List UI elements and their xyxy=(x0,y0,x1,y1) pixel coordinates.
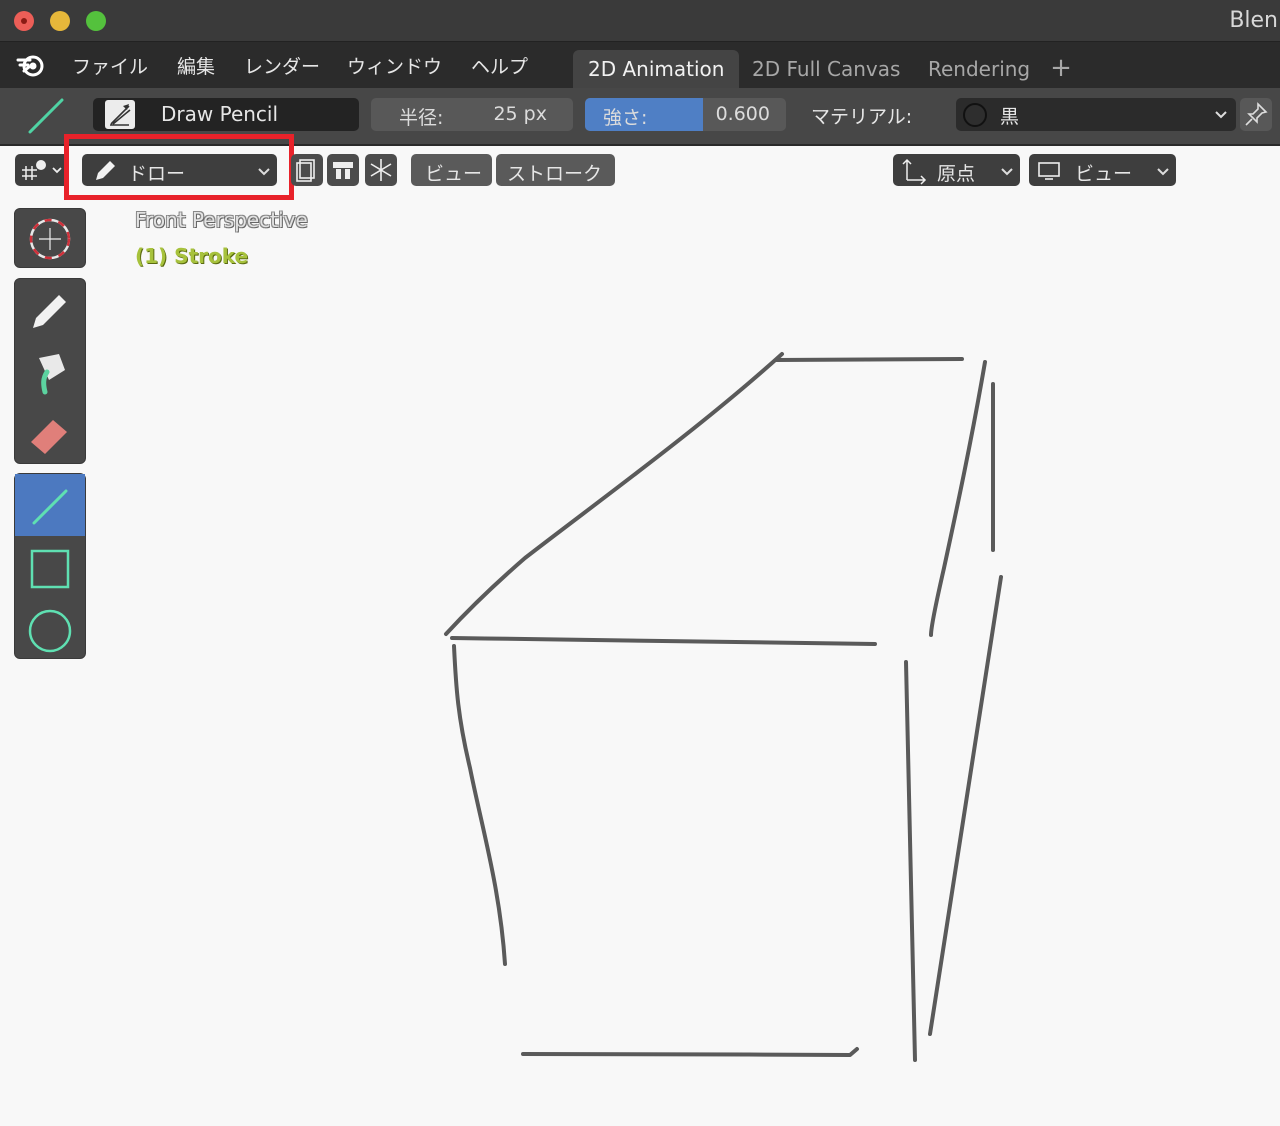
tab-2d-animation[interactable]: 2D Animation xyxy=(573,50,740,88)
strength-slider[interactable]: 強さ: 0.600 xyxy=(585,98,786,131)
view-dropdown[interactable]: ビュー xyxy=(1029,154,1176,186)
menu-bar: ファイル 編集 レンダー ウィンドウ ヘルプ 2D Animation 2D F… xyxy=(0,42,1280,88)
box-icon xyxy=(30,549,70,589)
add-workspace-button[interactable]: + xyxy=(1046,52,1076,84)
stroke-menu-label: ストローク xyxy=(507,163,603,185)
stroke-right-vertical-long xyxy=(904,660,917,1062)
toolbar-group-draw xyxy=(14,278,86,464)
radius-value: 25 px xyxy=(493,103,547,125)
pin-button[interactable] xyxy=(1240,98,1272,131)
blender-logo-icon[interactable] xyxy=(16,51,48,79)
material-label: マテリアル: xyxy=(811,106,913,128)
cursor-icon xyxy=(29,218,71,260)
fill-bucket-icon xyxy=(39,354,65,395)
highlight-box xyxy=(64,134,294,200)
stroke-diagonal-top-left xyxy=(444,352,784,636)
stroke-right-diagonal-lower xyxy=(928,575,1003,1036)
tool-erase[interactable] xyxy=(15,403,85,465)
material-selector[interactable]: 黒 xyxy=(956,98,1236,131)
stroke-bottom-horizontal xyxy=(521,1047,859,1057)
chevron-down-icon xyxy=(1001,168,1013,176)
menu-window[interactable]: ウィンドウ xyxy=(347,52,442,79)
close-window-button[interactable] xyxy=(14,11,34,31)
radius-label: 半径: xyxy=(399,107,444,129)
stroke-top-horizontal xyxy=(774,357,964,362)
brush-stack-icon xyxy=(333,162,353,179)
pencil-brush-icon xyxy=(105,100,135,129)
multiframe-toggle[interactable] xyxy=(291,154,323,186)
chevron-down-icon xyxy=(1157,168,1169,176)
view-menu[interactable]: ビュー xyxy=(411,154,492,186)
line-icon xyxy=(32,489,68,525)
stroke-right-diagonal-upper xyxy=(929,360,987,637)
grease-pencil-drawing xyxy=(444,352,1003,1062)
stroke-middle-horizontal xyxy=(450,636,877,646)
circle-icon xyxy=(28,609,72,653)
blender-window: Blen ファイル 編集 レンダー ウィンドウ ヘルプ 2D Animation… xyxy=(0,0,1280,1126)
view-name: Front Perspective xyxy=(135,208,308,232)
freeze-toggle[interactable] xyxy=(365,154,397,186)
menu-edit[interactable]: 編集 xyxy=(177,52,215,79)
menu-file[interactable]: ファイル xyxy=(72,52,148,79)
select-tool-icon xyxy=(22,160,62,180)
minimize-window-button[interactable] xyxy=(50,11,70,31)
window-title: Blen xyxy=(1229,8,1278,33)
menu-help[interactable]: ヘルプ xyxy=(471,52,528,79)
strength-value: 0.600 xyxy=(715,103,770,125)
object-info: (1) Stroke xyxy=(135,244,249,268)
origin-icon xyxy=(902,158,927,185)
tool-box[interactable] xyxy=(15,536,85,598)
chevron-down-icon xyxy=(1215,111,1227,119)
material-swatch-icon xyxy=(963,103,987,127)
strength-label: 強さ: xyxy=(603,107,648,129)
tool-line[interactable] xyxy=(15,474,85,536)
menu-render[interactable]: レンダー xyxy=(244,52,320,79)
brush-selector[interactable]: Draw Pencil xyxy=(93,98,359,131)
pin-icon xyxy=(1245,102,1268,126)
line-tool-icon[interactable] xyxy=(22,96,68,136)
tool-draw[interactable] xyxy=(15,279,85,341)
tool-cursor[interactable] xyxy=(15,209,85,269)
select-mode-dropdown[interactable] xyxy=(15,154,69,186)
stroke-menu[interactable]: ストローク xyxy=(496,154,615,186)
autolock-layers-toggle[interactable] xyxy=(327,154,359,186)
tab-2d-full-canvas[interactable]: 2D Full Canvas xyxy=(737,50,915,88)
pencil-icon xyxy=(33,295,66,328)
toolbar-group-shapes xyxy=(14,473,86,659)
stroke-left-vertical xyxy=(452,644,507,966)
view-menu-label: ビュー xyxy=(425,163,483,185)
origin-dropdown[interactable]: 原点 xyxy=(893,154,1020,186)
tab-rendering[interactable]: Rendering xyxy=(913,50,1045,88)
origin-label: 原点 xyxy=(937,163,976,185)
monitor-icon xyxy=(1038,162,1060,180)
multiframe-icon xyxy=(296,159,315,182)
tool-fill[interactable] xyxy=(15,341,85,403)
maximize-window-button[interactable] xyxy=(86,11,106,31)
radius-field[interactable]: 半径: 25 px xyxy=(371,98,573,131)
eraser-icon xyxy=(31,420,67,454)
3d-viewport[interactable]: ドロー ビュー ストローク 原点 ビュー Front Perspective (… xyxy=(0,134,1280,1126)
view-dropdown-label: ビュー xyxy=(1075,163,1133,185)
snowflake-icon xyxy=(370,159,392,181)
toolbar-group-cursor xyxy=(14,208,86,268)
title-bar: Blen xyxy=(0,0,1280,42)
brush-name: Draw Pencil xyxy=(161,102,279,126)
material-name: 黒 xyxy=(1000,106,1020,128)
tool-circle[interactable] xyxy=(15,598,85,660)
